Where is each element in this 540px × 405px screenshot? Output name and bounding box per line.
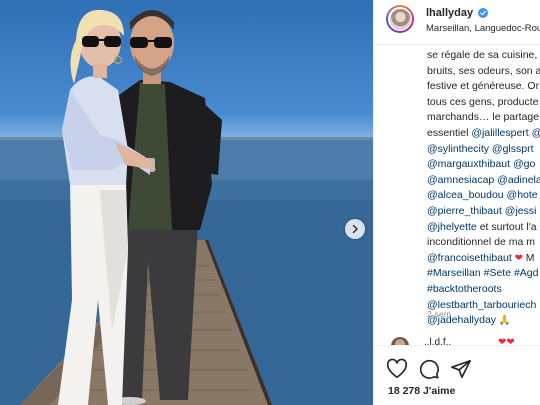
caption-line: se régale de sa cuisine, [427, 48, 540, 64]
caption-link[interactable]: @francoisethibaut [427, 252, 512, 264]
caption-link[interactable]: @sylinthecity @glssprt [427, 143, 534, 155]
caption-link[interactable]: @alcea_boudou @hote [427, 189, 538, 201]
heart-emoji-icon: ❤ [511, 252, 526, 264]
comment-preview: ..l.d.f.. ❤❤ [386, 337, 540, 345]
post-side-panel: lhallyday Marseillan, Languedoc-Rous se … [373, 0, 540, 405]
caption-text: et surtout l'a [476, 220, 537, 233]
comment-hearts: ❤❤ [498, 337, 515, 345]
caption-line: @sylinthecity @glssprt [427, 142, 540, 158]
caption-link[interactable]: @margauxthibaut @go [427, 158, 535, 170]
caption-line: festive et généreuse. Or [427, 79, 540, 95]
next-image-button[interactable] [345, 219, 365, 239]
likes-label: J'aime [423, 385, 456, 397]
caption-link[interactable]: @jalillespert @ [471, 127, 540, 139]
likes-number: 18 278 [388, 385, 421, 397]
comment-text: ..l.d.f.. [424, 337, 452, 345]
paper-plane-icon [451, 359, 471, 379]
caption-text: festive et généreuse. Or [427, 80, 540, 93]
caption-text: M [525, 251, 535, 264]
username-link[interactable]: lhallyday [426, 7, 473, 19]
comment-button[interactable] [418, 358, 440, 380]
caption-text: tous ces gens, producte [427, 95, 539, 108]
profile-avatar[interactable] [386, 5, 414, 33]
praying-hands-emoji-icon: 🙏 [496, 315, 511, 327]
caption-link[interactable]: #backtotheroots [427, 283, 502, 295]
chevron-right-icon [352, 224, 358, 234]
caption-text: bruits, ses odeurs, son a [427, 64, 540, 77]
caption-line: essentiel @jalillespert @ [427, 126, 540, 142]
caption-line: @jhelyette et surtout l'a [427, 220, 540, 236]
caption-text: marchands… le partage [427, 111, 540, 124]
post-photo[interactable] [0, 0, 373, 405]
post-actions: 18 278 J'aime [374, 345, 540, 405]
photo-scene [0, 9, 373, 405]
caption-line: @alcea_boudou @hote [427, 188, 540, 204]
caption-link[interactable]: #Marseillan #Sete #Agd [427, 267, 539, 279]
caption-line: #backtotheroots [427, 282, 540, 298]
verified-badge-icon [478, 8, 488, 18]
commenter-avatar[interactable] [391, 337, 409, 345]
caption-link[interactable]: @jhelyette [427, 221, 477, 233]
caption-line: marchands… le partage [427, 110, 540, 126]
location-link[interactable]: Marseillan, Languedoc-Rous [426, 23, 540, 34]
caption-line: bruits, ses odeurs, son a [427, 64, 540, 80]
avatar-image [389, 8, 411, 30]
caption-text: se régale de sa cuisine, [427, 49, 538, 61]
caption-line: tous ces gens, producte [427, 95, 540, 111]
caption-link[interactable]: @pierre_thibaut @jessi [427, 205, 536, 217]
caption-line: inconditionnel de ma m [427, 235, 540, 251]
caption-line: @margauxthibaut @go [427, 157, 540, 173]
caption-line: @amnesiacap @adinela [427, 173, 540, 189]
share-button[interactable] [450, 358, 472, 380]
post-time[interactable]: 2 sem [427, 309, 451, 319]
caption-link[interactable]: @amnesiacap @adinela [427, 174, 540, 186]
likes-count[interactable]: 18 278 J'aime [388, 385, 455, 397]
caption-line: #Marseillan #Sete #Agd [427, 266, 540, 282]
caption-line: @francoisethibaut ❤ M [427, 251, 540, 267]
comment-bubble-icon [419, 359, 439, 379]
caption-text: essentiel [427, 126, 472, 139]
like-button[interactable] [386, 358, 408, 380]
heart-outline-icon [386, 358, 408, 379]
caption-text: inconditionnel de ma m [427, 236, 535, 249]
caption-line: @pierre_thibaut @jessi [427, 204, 540, 220]
post-caption: se régale de sa cuisine, bruits, ses odeu… [427, 48, 540, 329]
post-header: lhallyday Marseillan, Languedoc-Rous [374, 0, 540, 45]
